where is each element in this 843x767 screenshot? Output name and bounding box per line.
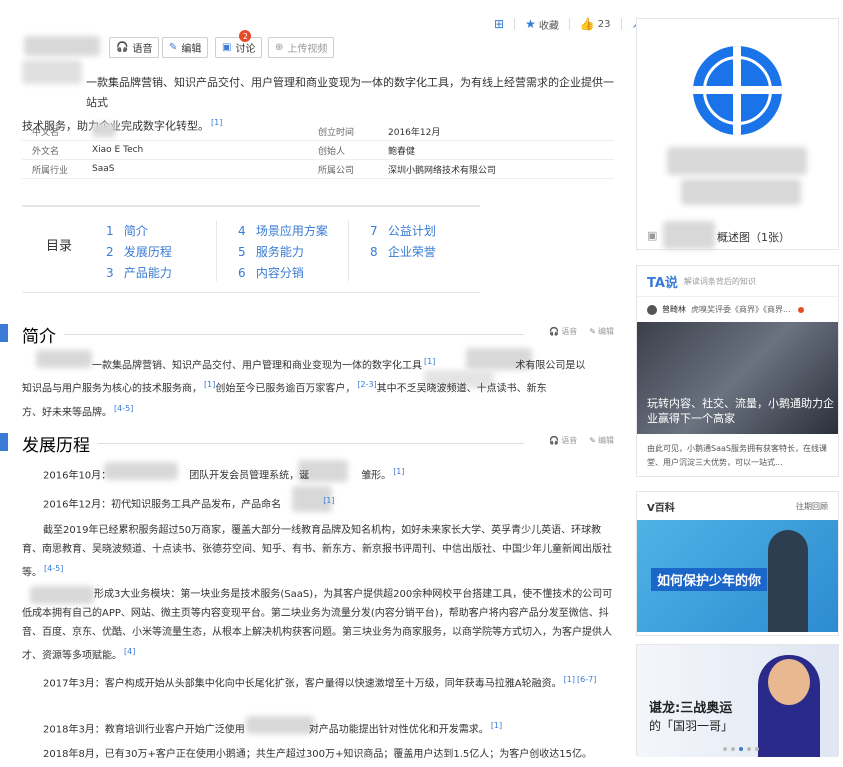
citation-link[interactable]: [4-5] [114, 404, 133, 413]
divider [568, 18, 570, 30]
star-icon: ★ [525, 17, 536, 31]
ta-logo: TA说 [647, 275, 678, 291]
citation-link[interactable]: [1] [424, 357, 435, 366]
album-caption: 概述图（1张） [717, 231, 790, 244]
toc-item[interactable]: 1 简介 [106, 221, 172, 242]
section-edit-button[interactable]: ✎ 编辑 [589, 435, 614, 446]
redaction [663, 221, 715, 249]
intro-paragraph: 一款集品牌营销、知识产品交付、用户管理和商业变现为一体的数字化工具 [1] 术有限公… [22, 357, 586, 418]
album-card[interactable]: ▣ 概述图（1张） [636, 18, 839, 250]
toc-item[interactable]: 6 内容分销 [238, 263, 328, 284]
history-item: 截至2019年已经累积服务超过50万商家，覆盖大部分一线教育品牌及知名机构，如好… [22, 525, 612, 579]
section-voice-button[interactable]: 🎧 语音 [549, 326, 577, 337]
plus-square-icon[interactable]: ⊞ [494, 17, 504, 31]
divider [216, 221, 217, 281]
ta-image[interactable]: 玩转内容、社交、流量，小鹅通助力企业赢得下一个高家 [637, 322, 838, 434]
citation-link[interactable]: [6-7] [577, 675, 596, 684]
divider [620, 18, 622, 30]
author-name[interactable]: 曾畸林 [662, 304, 686, 315]
section-voice-button[interactable]: 🎧 语音 [549, 435, 577, 446]
voice-button[interactable]: 🎧 语音 [109, 37, 160, 58]
headphones-icon: 🎧 [549, 436, 560, 445]
section-marker [0, 324, 8, 342]
citation-link[interactable]: [4] [124, 647, 135, 656]
section-marker [0, 433, 8, 451]
vbaike-card[interactable]: V百科 往期回顾 如何保护少年的你 [636, 491, 839, 636]
table-of-contents: 目录 1 简介 2 发展历程 3 产品能力 4 场景应用方案 5 服务能力 6 … [22, 205, 480, 293]
vbaike-title: V百科 [647, 502, 675, 514]
info-row: 中文名 创立时间 2016年12月 [22, 122, 614, 141]
edit-button[interactable]: ✎ 编辑 [162, 37, 209, 58]
pencil-icon: ✎ [169, 42, 178, 53]
section-title: 发展历程 [22, 436, 90, 456]
like-button[interactable]: 👍 23 [580, 17, 611, 31]
history-item: 2016年10月： 团队开发会员管理系统，诞 雏形。 [1] [43, 467, 405, 482]
discuss-button[interactable]: ▣ 讨论 2 [215, 30, 263, 58]
ad-banner[interactable]: 谌龙:三战奥运 的「国羽一哥」 [636, 644, 839, 757]
citation-link[interactable]: [1] [204, 380, 215, 389]
page-title [24, 36, 100, 56]
pencil-icon: ✎ [589, 327, 596, 336]
divider [514, 18, 516, 30]
citation-link[interactable]: [1] [323, 496, 334, 505]
author-avatar [647, 304, 657, 315]
upload-video-button[interactable]: ⊕ 上传视频 [268, 37, 335, 58]
citation-link[interactable]: [1] [564, 675, 575, 684]
toc-item[interactable]: 8 企业荣誉 [370, 242, 436, 263]
thumb-up-icon: 👍 [579, 17, 595, 31]
carousel-dots[interactable] [723, 747, 759, 751]
plus-circle-icon: ⊕ [275, 42, 284, 53]
divider [64, 334, 524, 335]
chat-icon: ▣ [222, 42, 232, 53]
citation-link[interactable]: [1] [393, 467, 404, 476]
toc-item[interactable]: 4 场景应用方案 [238, 221, 328, 242]
toc-label: 目录 [46, 239, 73, 254]
section-header-history: 发展历程 🎧 语音 ✎ 编辑 [0, 431, 614, 456]
vbaike-more-link[interactable]: 往期回顾 [796, 501, 828, 512]
citation-link[interactable]: [4-5] [44, 564, 63, 573]
toc-item[interactable]: 5 服务能力 [238, 242, 328, 263]
ta-shuo-card[interactable]: TA说 解读词条背后的知识 曾畸林 虎嗅奖评委《商界》《商界... 玩转内容、社… [636, 265, 839, 477]
logo-image [693, 46, 782, 135]
toc-item[interactable]: 2 发展历程 [106, 242, 172, 263]
history-item: 2018年3月：教育培训行业客户开始广泛使用 对产品功能提出针对性优化和开发需求。… [43, 721, 503, 736]
history-item: 形成3大业务模块：第一块业务是技术服务(SaaS)，为其客户提供超200余种网校… [22, 589, 613, 662]
toc-item[interactable]: 7 公益计划 [370, 221, 436, 242]
info-row: 所属行业 SaaS 所属公司 深圳小鹅网络技术有限公司 [22, 160, 614, 179]
headphones-icon: 🎧 [116, 42, 129, 53]
favorite-button[interactable]: ★ 收藏 [525, 17, 559, 32]
pencil-icon: ✎ [589, 436, 596, 445]
toc-item[interactable]: 3 产品能力 [106, 263, 172, 284]
redaction [681, 179, 801, 205]
divider [98, 443, 524, 444]
redaction [92, 122, 116, 137]
history-item: 2017年3月：客户构成开始从头部集中化向中长尾化扩张，客户量得以快速激增至十万… [43, 675, 597, 690]
dot-icon [797, 306, 804, 313]
basic-info-table: 中文名 创立时间 2016年12月 外文名 Xiao E Tech 创始人 鲍春… [22, 122, 614, 179]
divider [348, 221, 349, 281]
headphones-icon: 🎧 [549, 327, 560, 336]
section-edit-button[interactable]: ✎ 编辑 [589, 326, 614, 337]
redaction [667, 147, 807, 175]
info-row: 外文名 Xiao E Tech 创始人 鲍春健 [22, 141, 614, 160]
vbaike-image[interactable]: 如何保护少年的你 [637, 520, 838, 632]
citation-link[interactable]: [1] [491, 721, 502, 730]
section-title: 简介 [22, 327, 56, 347]
history-item: 2016年12月：初代知识服务工具产品发布，产品命名 [1] [43, 496, 335, 511]
top-action-bar: ⊞ ★收藏 👍23 ↗48 [494, 14, 657, 34]
album-icon: ▣ [647, 229, 658, 242]
citation-link[interactable]: [2-3] [357, 380, 376, 389]
history-item: 2018年8月，已有30万+客户正在使用小鹅通；共生产超过300万+知识商品；覆… [43, 749, 593, 760]
section-header-intro: 简介 🎧 语音 ✎ 编辑 [0, 322, 614, 347]
